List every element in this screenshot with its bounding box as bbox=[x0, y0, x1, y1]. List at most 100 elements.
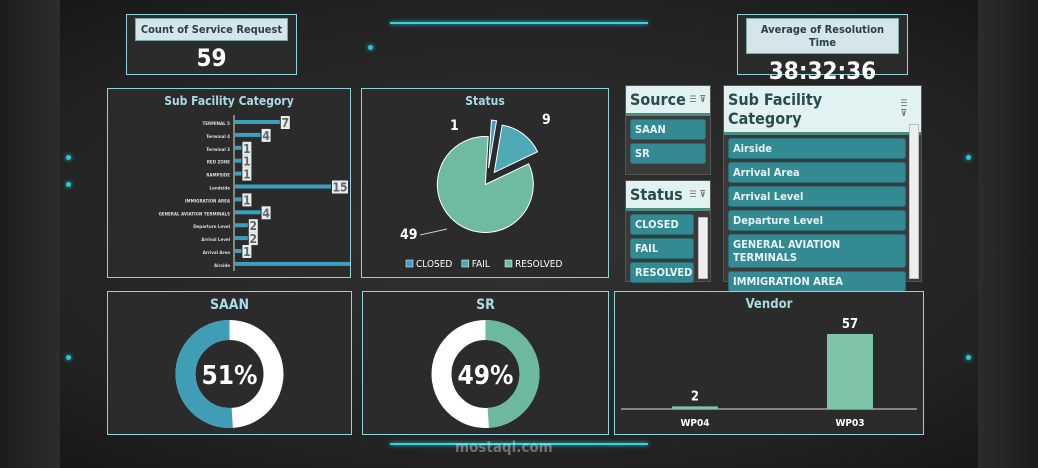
vendor-bar bbox=[827, 334, 873, 409]
panel-title: SR bbox=[476, 297, 495, 313]
data-label: 2 bbox=[250, 219, 258, 233]
donut-percent-label: 51% bbox=[202, 361, 258, 391]
scrollbar[interactable] bbox=[698, 217, 708, 279]
data-label: 1 bbox=[243, 168, 251, 182]
left-decor bbox=[0, 0, 60, 468]
bar-chart-svg: TERMINAL 5 7 Terminal 4 4 Terminal 3 1 RED ZON… bbox=[159, 115, 350, 271]
card-label: Average of Resolution Time bbox=[746, 18, 899, 54]
bar bbox=[235, 261, 350, 266]
slicer-title: Source bbox=[630, 90, 686, 109]
chart-title: Status bbox=[465, 94, 505, 108]
decor-dot bbox=[966, 355, 971, 360]
clear-filter-icon[interactable]: ☰ ⊽ bbox=[900, 99, 917, 119]
slicer-item[interactable]: SAAN bbox=[630, 119, 706, 140]
panel-title: SAAN bbox=[209, 297, 250, 313]
pie-slice-closed bbox=[488, 119, 498, 169]
bar bbox=[235, 120, 280, 124]
data-label: 1 bbox=[450, 118, 459, 134]
bar bbox=[235, 158, 242, 163]
bar bbox=[235, 132, 261, 137]
bar bbox=[235, 249, 242, 253]
data-label: 49 bbox=[400, 227, 418, 243]
tick-label: Arrival Area bbox=[203, 250, 231, 256]
sub-facility-slicer: Sub Facility Category ☰ ⊽ Airside Arrival … bbox=[723, 85, 922, 316]
legend-label: RESOLVED bbox=[515, 259, 562, 270]
bar bbox=[235, 171, 242, 176]
leader-line bbox=[419, 228, 448, 236]
saan-donut-panel: SAAN 51% bbox=[107, 291, 352, 435]
slicer-item[interactable]: GENERAL AVIATION TERMINALS bbox=[728, 234, 906, 268]
legend-swatch bbox=[461, 259, 470, 268]
right-decor bbox=[978, 0, 1038, 468]
sub-facility-bar-chart: Sub Facility Category TERMINAL 5 7 Termina… bbox=[107, 88, 351, 278]
clear-filter-icon[interactable]: ☰ ⊽ bbox=[689, 190, 706, 200]
data-label: 57 bbox=[842, 317, 858, 332]
legend-swatch bbox=[405, 259, 414, 268]
legend-swatch bbox=[504, 259, 513, 268]
chart-title: Sub Facility Category bbox=[164, 94, 294, 108]
decor-dot bbox=[66, 155, 71, 160]
slicer-item[interactable]: SR bbox=[630, 143, 706, 164]
data-label: 15 bbox=[332, 181, 347, 195]
data-label: 1 bbox=[243, 245, 251, 259]
tick-label: Landside bbox=[209, 186, 230, 192]
tick-label: TERMINAL 5 bbox=[202, 121, 230, 127]
slicer-item[interactable]: FAIL bbox=[630, 238, 694, 259]
slicer-item[interactable]: RESOLVED bbox=[630, 262, 694, 283]
tick-label: GENERAL AVIATION TERMINALS bbox=[159, 211, 231, 217]
sr-donut: 49% bbox=[431, 320, 540, 428]
data-label: 9 bbox=[542, 112, 551, 128]
tick-label: RED ZONE bbox=[207, 160, 230, 166]
slicer-item[interactable]: Arrival Area bbox=[728, 162, 906, 183]
legend-label: CLOSED bbox=[416, 259, 452, 270]
bar bbox=[235, 145, 242, 150]
status-pie-chart: Status 1 9 49 CLOSED FAIL RESOLVED bbox=[361, 88, 609, 278]
source-slicer: Source ☰ ⊽ SAAN SR bbox=[625, 85, 711, 175]
tick-label: WP04 bbox=[680, 418, 709, 429]
vendor-bar-chart: 2 WP04 57 WP03 bbox=[621, 317, 917, 429]
avg-resolution-time-card: Average of Resolution Time 38:32:36 bbox=[737, 14, 908, 85]
tick-label: Airside bbox=[214, 263, 230, 269]
bar bbox=[235, 236, 248, 241]
bar bbox=[235, 184, 331, 189]
saan-donut: 51% bbox=[175, 320, 284, 428]
bar bbox=[235, 197, 242, 202]
bar bbox=[235, 210, 261, 215]
decor-dot bbox=[66, 182, 71, 187]
slicer-item[interactable]: Departure Level bbox=[728, 210, 906, 231]
data-label: 1 bbox=[243, 193, 251, 207]
slicer-item[interactable]: Arrival Level bbox=[728, 186, 906, 207]
data-label: 7 bbox=[282, 116, 290, 130]
bar bbox=[235, 223, 248, 228]
scrollbar[interactable] bbox=[909, 124, 919, 279]
decor-dot bbox=[966, 155, 971, 160]
decor-dot bbox=[368, 45, 373, 50]
pie-slice-fail bbox=[493, 124, 539, 174]
data-label: 1 bbox=[243, 142, 251, 156]
slicer-item[interactable]: IMMIGRATION AREA bbox=[728, 271, 906, 292]
watermark: mostaql.com bbox=[455, 438, 553, 456]
tick-label: Terminal 3 bbox=[206, 147, 230, 153]
card-value: 38:32:36 bbox=[768, 57, 877, 85]
card-label: Count of Service Request bbox=[135, 18, 288, 41]
tick-label: RAMPSIDE bbox=[206, 173, 230, 179]
clear-filter-icon[interactable]: ☰ ⊽ bbox=[689, 95, 706, 105]
legend-label: FAIL bbox=[472, 259, 490, 270]
slicer-item[interactable]: CLOSED bbox=[630, 214, 694, 235]
tick-label: Departure Level bbox=[193, 224, 230, 230]
vendor-bar bbox=[672, 406, 718, 409]
count-service-request-card: Count of Service Request 59 bbox=[126, 14, 297, 75]
pie-chart-svg: 1 9 49 CLOSED FAIL RESOLVED bbox=[400, 112, 562, 270]
data-label: 1 bbox=[243, 155, 251, 169]
data-label: 4 bbox=[262, 206, 270, 220]
card-value: 59 bbox=[196, 44, 227, 72]
sr-donut-panel: SR 49% bbox=[362, 291, 609, 435]
data-label: 2 bbox=[691, 389, 699, 404]
tick-label: WP03 bbox=[835, 418, 864, 429]
slicer-title: Status bbox=[630, 185, 683, 204]
data-label: 2 bbox=[250, 232, 258, 246]
data-label: 4 bbox=[262, 129, 270, 143]
donut-percent-label: 49% bbox=[458, 361, 514, 391]
slicer-item[interactable]: Airside bbox=[728, 138, 906, 159]
tick-label: IMMIGRATION AREA bbox=[185, 198, 231, 204]
